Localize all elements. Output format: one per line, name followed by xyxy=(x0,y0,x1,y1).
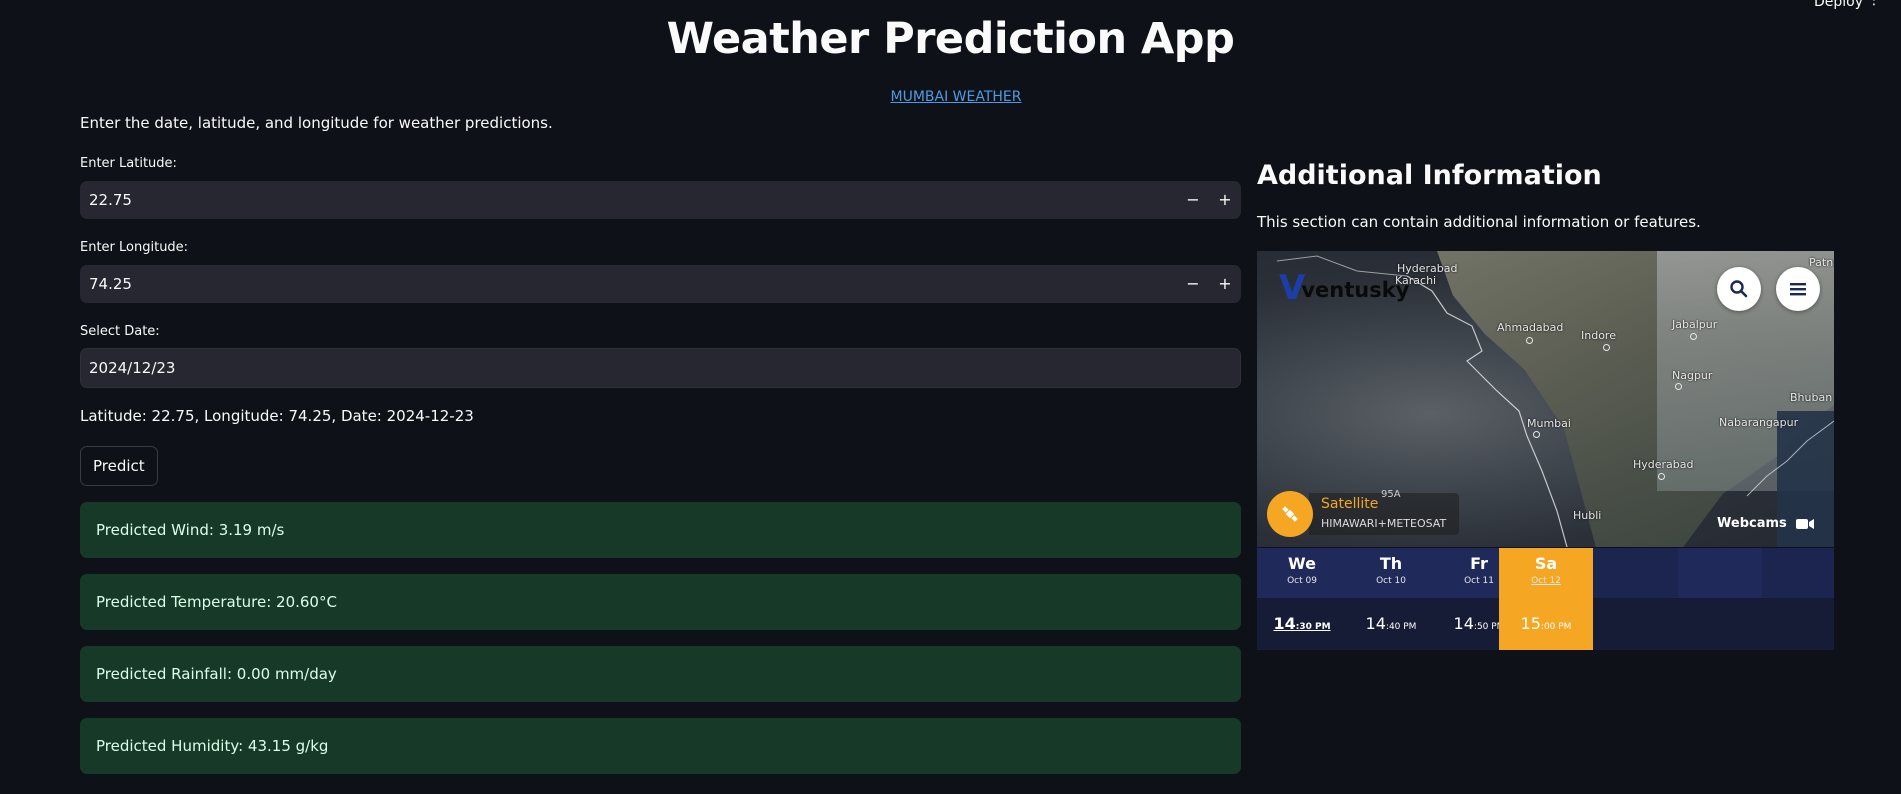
layer-source: HIMAWARI+METEOSAT xyxy=(1321,517,1447,530)
place-label: Patna xyxy=(1809,256,1834,269)
main-menu-icon[interactable]: ⋮ xyxy=(1867,0,1881,8)
timeline-day-date: Oct 10 xyxy=(1376,576,1406,586)
latitude-input[interactable]: 22.75 − + xyxy=(80,181,1241,219)
search-icon xyxy=(1730,280,1748,298)
timeline-day[interactable]: Th Oct 10 xyxy=(1346,548,1436,598)
longitude-value[interactable]: 74.25 xyxy=(89,275,132,293)
intro-text: Enter the date, latitude, and longitude … xyxy=(80,114,553,132)
latitude-increment-button[interactable]: + xyxy=(1211,188,1239,212)
timeline-day-active[interactable]: Sa Oct 12 xyxy=(1499,548,1593,598)
additional-info-heading: Additional Information xyxy=(1257,160,1602,191)
layer-name[interactable]: Satellite xyxy=(1321,496,1378,512)
latitude-value[interactable]: 22.75 xyxy=(89,191,132,209)
map-timeline: We Oct 09 Th Oct 10 Fr Oct 11 Sa Oct 12 … xyxy=(1257,548,1834,650)
timeline-empty-cell xyxy=(1593,548,1678,598)
map-menu-button[interactable] xyxy=(1776,267,1820,311)
place-dot xyxy=(1603,344,1610,351)
predict-button[interactable]: Predict xyxy=(80,446,158,486)
page-title: Weather Prediction App xyxy=(666,14,1235,64)
timeline-time-hour: 14 xyxy=(1273,614,1296,633)
additional-info-text: This section can contain additional info… xyxy=(1257,213,1701,231)
ventusky-logo-text: ventusky xyxy=(1301,278,1410,302)
webcams-label[interactable]: Webcams xyxy=(1717,516,1787,531)
timeline-day-date: Oct 09 xyxy=(1287,576,1317,586)
place-dot xyxy=(1526,337,1533,344)
timeline-day-name: Sa xyxy=(1534,554,1558,573)
timeline-day-row: We Oct 09 Th Oct 10 Fr Oct 11 Sa Oct 12 xyxy=(1257,548,1834,598)
timeline-day[interactable]: We Oct 09 xyxy=(1257,548,1347,598)
longitude-decrement-button[interactable]: − xyxy=(1179,272,1207,296)
place-label: Hyderabad xyxy=(1633,458,1694,471)
place-label: Nagpur xyxy=(1672,369,1713,382)
result-temperature-text: Predicted Temperature: 20.60°C xyxy=(96,593,337,611)
layer-button[interactable] xyxy=(1267,491,1313,537)
place-dot xyxy=(1658,473,1665,480)
camera-icon[interactable] xyxy=(1795,517,1815,531)
result-humidity-text: Predicted Humidity: 43.15 g/kg xyxy=(96,737,329,755)
place-label: Ahmadabad xyxy=(1497,321,1564,334)
date-value[interactable]: 2024/12/23 xyxy=(89,359,175,377)
timeline-time-hour: 14 xyxy=(1453,614,1474,633)
mumbai-weather-link[interactable]: MUMBAI WEATHER xyxy=(0,89,1901,105)
timeline-time-active[interactable]: 15:00 PM xyxy=(1499,598,1593,650)
place-dot xyxy=(1533,431,1540,438)
result-wind: Predicted Wind: 3.19 m/s xyxy=(80,502,1241,558)
place-label: Mumbai xyxy=(1527,417,1571,430)
longitude-input[interactable]: 74.25 − + xyxy=(80,265,1241,303)
input-summary: Latitude: 22.75, Longitude: 74.25, Date:… xyxy=(80,407,474,425)
latitude-label: Enter Latitude: xyxy=(80,156,177,171)
timeline-time-minutes: :40 PM xyxy=(1385,622,1417,632)
longitude-label: Enter Longitude: xyxy=(80,240,189,255)
timeline-day-date: Oct 12 xyxy=(1531,576,1561,586)
timeline-time-minutes: :30 PM xyxy=(1295,622,1331,632)
result-temperature: Predicted Temperature: 20.60°C xyxy=(80,574,1241,630)
place-dot xyxy=(1690,333,1697,340)
timeline-time-minutes: :00 PM xyxy=(1540,622,1572,632)
deploy-button[interactable]: Deploy xyxy=(1814,0,1863,10)
result-wind-text: Predicted Wind: 3.19 m/s xyxy=(96,521,285,539)
result-humidity: Predicted Humidity: 43.15 g/kg xyxy=(80,718,1241,774)
result-rainfall: Predicted Rainfall: 0.00 mm/day xyxy=(80,646,1241,702)
latitude-decrement-button[interactable]: − xyxy=(1179,188,1207,212)
result-rainfall-text: Predicted Rainfall: 0.00 mm/day xyxy=(96,665,337,683)
place-label: Indore xyxy=(1581,329,1616,342)
date-input[interactable]: 2024/12/23 xyxy=(80,348,1241,388)
map-search-button[interactable] xyxy=(1717,267,1761,311)
timeline-time[interactable]: 14:30 PM xyxy=(1257,598,1347,650)
place-label: Nabarangapur xyxy=(1719,416,1799,429)
timeline-day-name: We xyxy=(1288,554,1316,573)
ventusky-map[interactable]: Hyderabad Karachi Ahmadabad Indore Jabal… xyxy=(1257,251,1834,547)
date-label: Select Date: xyxy=(80,324,160,339)
timeline-empty-cell xyxy=(1762,548,1834,598)
timeline-time-hour: 15 xyxy=(1520,614,1541,633)
satellite-icon xyxy=(1282,506,1298,522)
menu-icon xyxy=(1790,283,1806,296)
place-label: Hubli xyxy=(1573,509,1602,522)
place-dot xyxy=(1675,383,1682,390)
longitude-increment-button[interactable]: + xyxy=(1211,272,1239,296)
timeline-time-hour: 14 xyxy=(1365,614,1386,633)
timeline-time-row: 14:30 PM 14:40 PM 14:50 PM 15:00 PM xyxy=(1257,598,1834,650)
ventusky-logo: V ventusky xyxy=(1279,271,1409,305)
place-label: Jabalpur xyxy=(1672,318,1718,331)
place-label: Bhuban xyxy=(1790,391,1833,404)
timeline-day-name: Th xyxy=(1379,554,1403,573)
layer-code: 95A xyxy=(1381,489,1401,500)
timeline-time[interactable]: 14:40 PM xyxy=(1346,598,1436,650)
